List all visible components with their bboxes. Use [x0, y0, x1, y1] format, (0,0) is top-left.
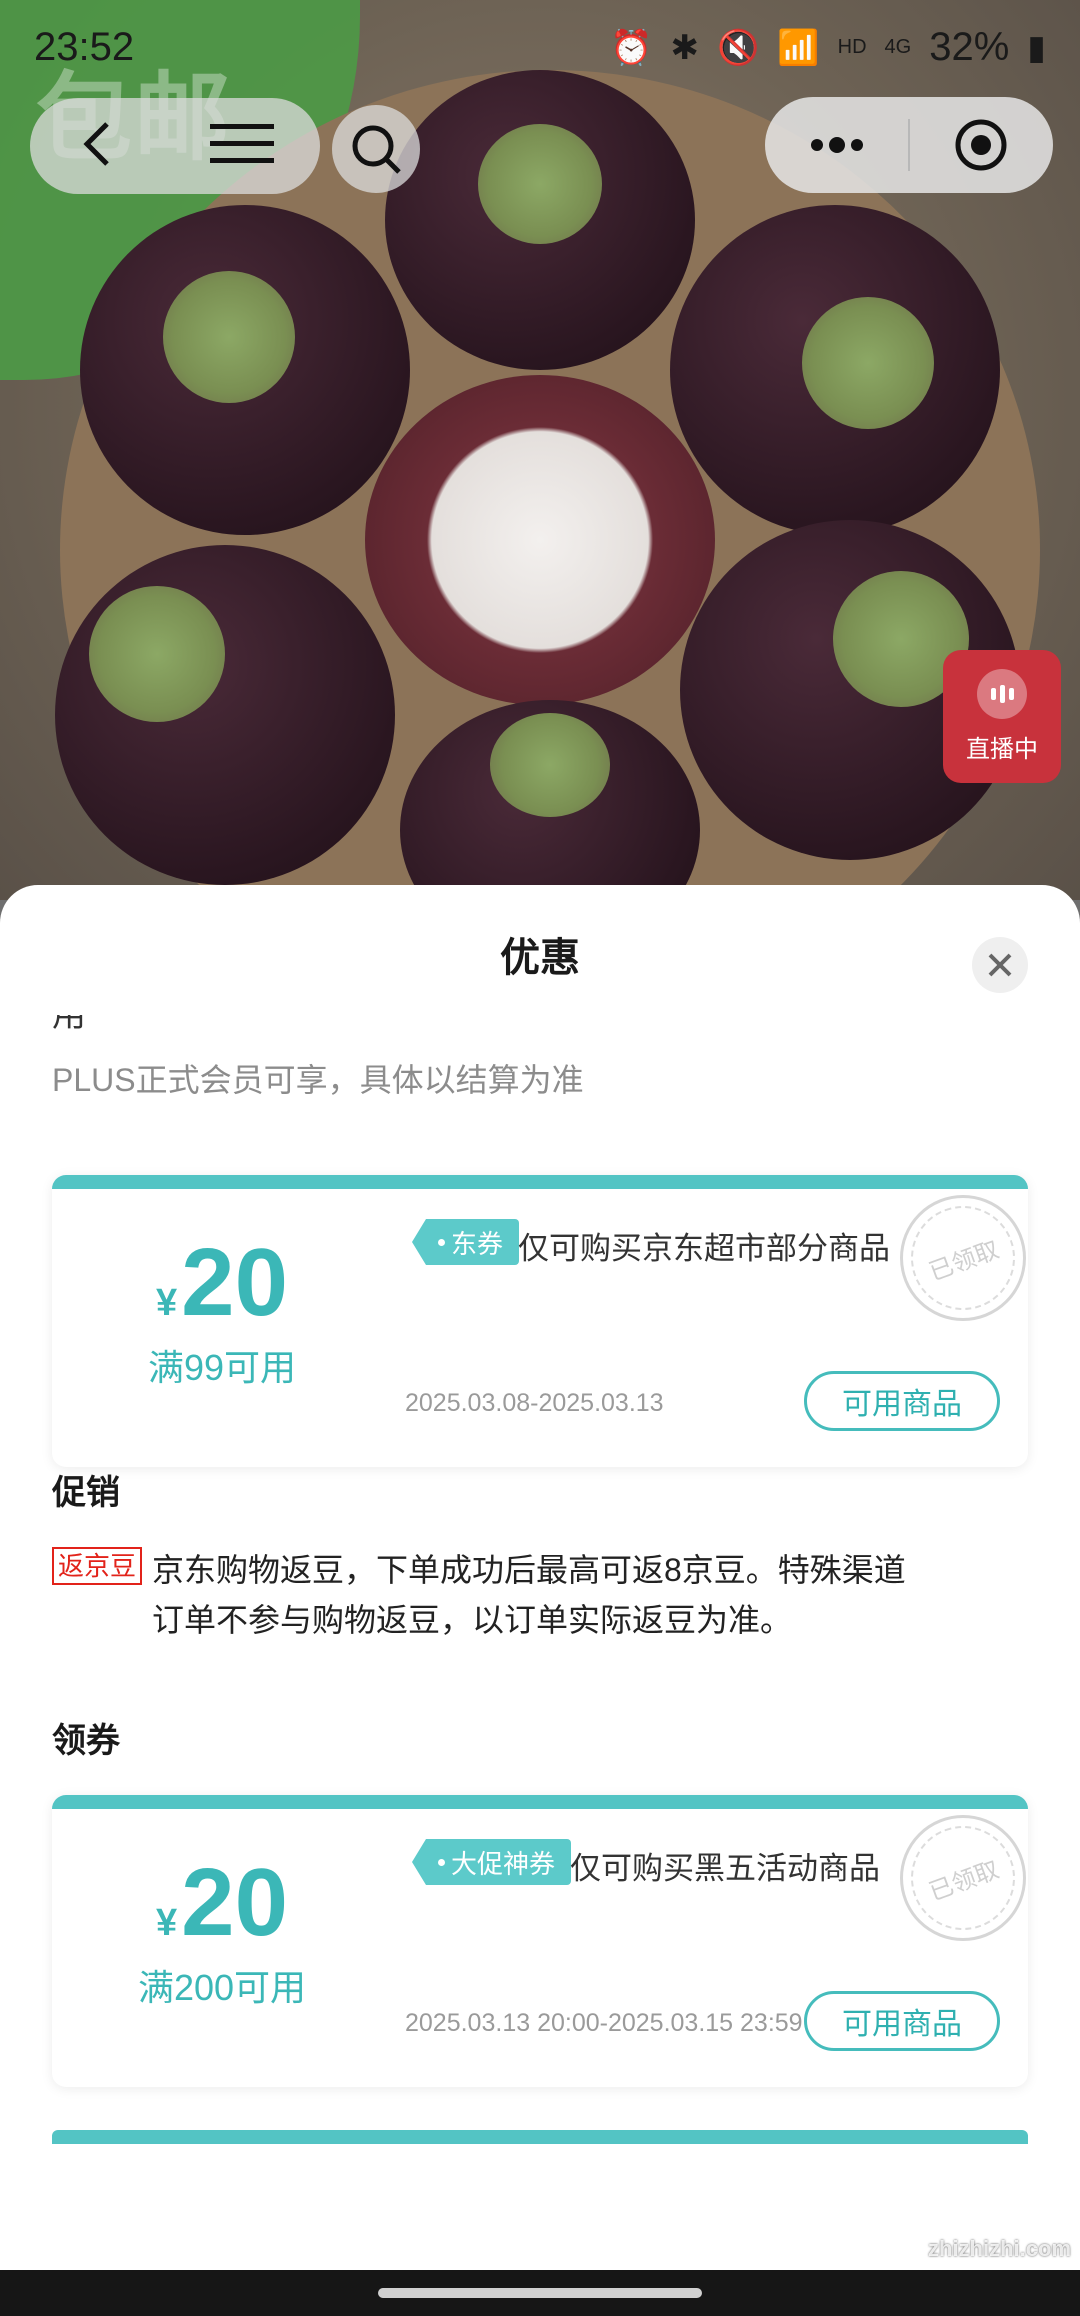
coupon-tag-label: 东券: [451, 1228, 504, 1259]
next-coupon-topbar: [52, 2130, 1028, 2144]
live-label: 直播中: [966, 736, 1038, 763]
close-icon: [988, 953, 1012, 977]
status-time: 23:52: [34, 25, 135, 69]
coupon-card: ¥ 20 满99可用 东券 仅可购买京东超市部分商品 2025.03.08-20…: [52, 1175, 1028, 1467]
status-bar: 23:52 ⏰ ✱ 🔇 📶 HD 4G 32% ▮: [0, 0, 1080, 95]
truncated-text: 用: [52, 1015, 86, 1034]
site-watermark-logo: [928, 2190, 1068, 2234]
hd-label: HD: [837, 36, 867, 58]
home-indicator[interactable]: [378, 2288, 702, 2298]
coupon-tag: 东券: [412, 1219, 520, 1265]
coupon-card: ¥ 20 满200可用 大促神券 仅可购买黑五活动商品 2025.03.13 2…: [52, 1795, 1028, 2087]
more-button[interactable]: [765, 97, 908, 193]
coupon-amount-box: ¥ 20 满200可用: [52, 1855, 392, 2011]
promo-section-title: 促销: [52, 1474, 120, 1512]
close-button[interactable]: [972, 937, 1028, 993]
available-products-button[interactable]: 可用商品: [804, 1991, 1000, 2051]
live-icon: [977, 669, 1027, 719]
claimed-stamp: 已领取: [896, 1191, 1028, 1325]
coupon-amount-box: ¥ 20 满99可用: [52, 1235, 392, 1391]
sheet-title: 优惠: [500, 936, 580, 980]
coupon-amount: 20: [181, 1229, 288, 1336]
coupon-tag-label: 大促神券: [451, 1848, 556, 1879]
promo-item: 返京豆 京东购物返豆，下单成功后最高可返8京豆。特殊渠道 订单不参与购物返豆，以…: [52, 1545, 992, 1645]
plus-note: PLUS正式会员可享，具体以结算为准: [52, 1062, 584, 1098]
search-icon: [352, 125, 401, 174]
back-icon[interactable]: [77, 119, 117, 174]
mangosteen: [80, 205, 410, 535]
mangosteen: [385, 70, 695, 370]
network-label: 4G: [884, 36, 912, 58]
currency-symbol: ¥: [156, 1282, 178, 1324]
alarm-icon: ⏰: [610, 28, 653, 67]
coupon-topbar: [52, 1175, 1028, 1189]
available-products-button[interactable]: 可用商品: [804, 1371, 1000, 1431]
coupon-description: 仅可购买京东超市部分商品: [518, 1231, 890, 1266]
claimed-stamp: 已领取: [896, 1811, 1028, 1945]
coupon-condition: 满200可用: [137, 1967, 307, 2008]
coupon-date: 2025.03.13 20:00-2025.03.15 23:59: [405, 2009, 803, 2037]
sheet-content[interactable]: 用 PLUS正式会员可享，具体以结算为准 ¥ 20 满99可用 东券 仅可购买京…: [0, 1015, 1080, 2316]
claimed-stamp-text: 已领取: [896, 1811, 1028, 1945]
coupon-section-title: 领券: [52, 1722, 120, 1760]
site-watermark: zhizhizhi.com: [928, 2236, 1071, 2261]
bluetooth-icon: ✱: [670, 28, 699, 67]
coupon-date: 2025.03.08-2025.03.13: [405, 1389, 664, 1417]
jingdou-badge: 返京豆: [52, 1547, 143, 1585]
menu-icon[interactable]: [209, 122, 274, 171]
target-icon: [955, 119, 1007, 171]
live-button[interactable]: 直播中: [943, 650, 1061, 783]
promo-text-line1: 京东购物返豆，下单成功后最高可返8京豆。特殊渠道: [152, 1552, 906, 1588]
mangosteen: [670, 205, 1000, 535]
promo-text-line2: 订单不参与购物返豆，以订单实际返豆为准。: [152, 1602, 793, 1638]
battery-percent: 32%: [929, 25, 1010, 69]
currency-symbol: ¥: [156, 1902, 178, 1944]
battery-icon: ▮: [1027, 28, 1046, 67]
claimed-stamp-text: 已领取: [896, 1191, 1028, 1325]
discount-sheet: 优惠 用 PLUS正式会员可享，具体以结算为准 ¥ 20 满99可用 东券 仅可…: [0, 885, 1080, 2316]
wifi-icon: 📶: [777, 28, 820, 67]
coupon-description: 仅可购买黑五活动商品: [570, 1851, 880, 1886]
navigation-bar: [0, 2270, 1080, 2316]
mute-icon: 🔇: [716, 28, 760, 67]
more-dots-icon: [810, 137, 863, 153]
coupon-condition: 满99可用: [147, 1347, 297, 1388]
coupon-topbar: [52, 1795, 1028, 1809]
coupon-amount: 20: [181, 1849, 288, 1956]
exit-button[interactable]: [910, 97, 1053, 193]
coupon-tag: 大促神券: [412, 1839, 572, 1885]
mangosteen: [55, 545, 395, 885]
nav-pill: [30, 98, 320, 194]
search-button[interactable]: [332, 105, 420, 193]
miniprogram-capsule: [765, 97, 1053, 193]
mangosteen-opened: [365, 375, 715, 705]
